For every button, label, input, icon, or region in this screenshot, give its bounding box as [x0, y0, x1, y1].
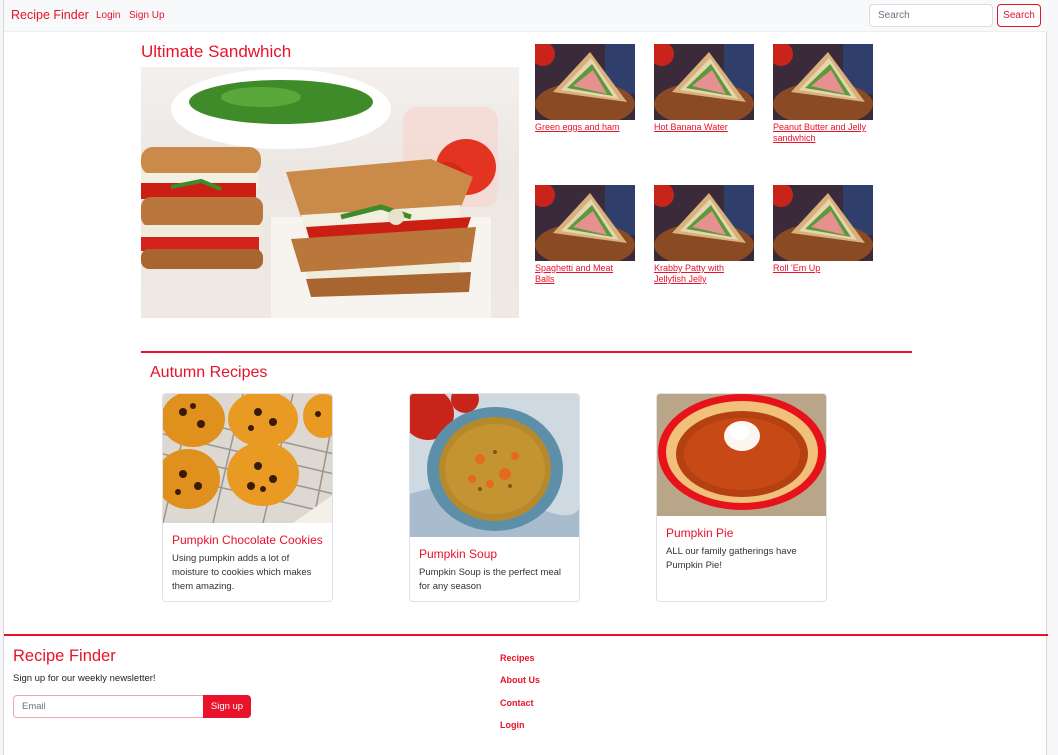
footer-link-about-us[interactable]: About Us — [500, 675, 540, 685]
card-text: Pumpkin Soup is the perfect meal for any… — [419, 567, 562, 592]
cookies-image[interactable] — [163, 394, 332, 523]
card-text: ALL our family gatherings have Pumpkin P… — [666, 546, 797, 571]
search-button[interactable]: Search — [997, 4, 1041, 27]
recipe-card[interactable]: Pumpkin Pie ALL our family gatherings ha… — [656, 393, 827, 602]
recipe-thumbnail[interactable]: Roll 'Em Up — [773, 185, 873, 274]
card-title[interactable]: Pumpkin Soup — [419, 547, 570, 561]
sandwich-thumbnail-image[interactable] — [535, 44, 635, 120]
card-title[interactable]: Pumpkin Chocolate Cookies — [172, 533, 323, 547]
page: Recipe Finder Login Sign Up Search Ultim… — [3, 0, 1048, 755]
recipe-thumbnail[interactable]: Hot Banana Water — [654, 44, 754, 133]
footer-brand: Recipe Finder — [13, 647, 116, 665]
section-divider — [141, 351, 912, 353]
recipe-thumbnail[interactable]: Peanut Butter and Jelly sandwhich — [773, 44, 873, 144]
sandwich-thumbnail-image[interactable] — [773, 185, 873, 261]
section-title: Autumn Recipes — [150, 364, 268, 381]
footer-link-login[interactable]: Login — [500, 720, 525, 730]
recipe-thumbnail[interactable]: Green eggs and ham — [535, 44, 635, 133]
email-field[interactable] — [13, 695, 203, 718]
recipe-thumbnail[interactable]: Krabby Patty with Jellyfish Jelly — [654, 185, 754, 285]
card-title[interactable]: Pumpkin Pie — [666, 526, 817, 540]
recipe-thumbnail[interactable]: Spaghetti and Meat Balls — [535, 185, 635, 285]
sandwich-thumbnail-image[interactable] — [773, 44, 873, 120]
footer-link-contact[interactable]: Contact — [500, 698, 534, 708]
sandwich-thumbnail-image[interactable] — [535, 185, 635, 261]
sandwich-thumbnail-image[interactable] — [654, 185, 754, 261]
recipe-card[interactable]: Pumpkin Soup Pumpkin Soup is the perfect… — [409, 393, 580, 602]
recipe-card[interactable]: Pumpkin Chocolate Cookies Using pumpkin … — [162, 393, 333, 602]
card-text: Using pumpkin adds a lot of moisture to … — [172, 553, 312, 592]
signup-button[interactable]: Sign up — [203, 695, 251, 718]
navbar: Recipe Finder Login Sign Up Search — [4, 0, 1048, 32]
pumpkin-soup-image[interactable] — [410, 394, 579, 537]
footer-divider — [4, 634, 1048, 636]
featured-title: Ultimate Sandwhich — [141, 42, 292, 61]
nav-signup-link[interactable]: Sign Up — [129, 10, 165, 21]
pumpkin-pie-image[interactable] — [657, 394, 826, 516]
brand-link[interactable]: Recipe Finder — [11, 8, 89, 22]
sandwich-thumbnail-image[interactable] — [654, 44, 754, 120]
newsletter-text: Sign up for our weekly newsletter! — [13, 673, 156, 684]
footer-link-recipes[interactable]: Recipes — [500, 653, 535, 663]
search-input[interactable] — [869, 4, 993, 27]
nav-login-link[interactable]: Login — [96, 10, 120, 21]
featured-recipe-image[interactable] — [141, 67, 519, 318]
